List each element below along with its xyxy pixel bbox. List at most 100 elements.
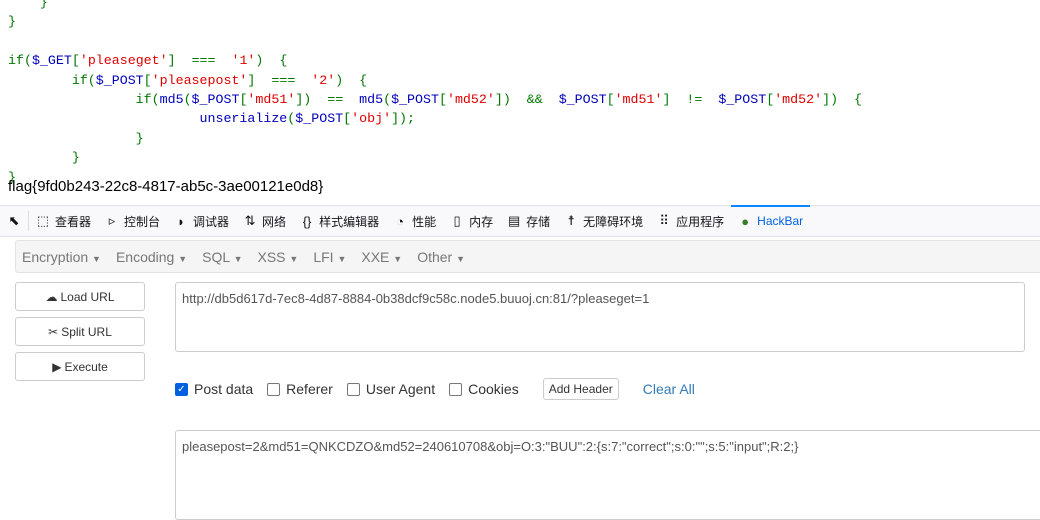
option-user-agent[interactable]: User Agent <box>346 381 436 397</box>
caret-down-icon: ▼ <box>92 253 101 264</box>
code-token: ] === <box>167 53 232 69</box>
load-url-button[interactable]: ☁ Load URL <box>15 282 145 311</box>
code-token: 'pleasepost' <box>151 72 248 88</box>
tab-label: 存储 <box>526 214 551 229</box>
hackbar-menu-sql[interactable]: SQL ▼ <box>196 249 251 265</box>
tab-label: 无障碍环境 <box>583 214 644 229</box>
storage-icon: ▤ <box>507 213 521 228</box>
code-token: ]) && <box>494 92 559 108</box>
devtools-tab-performance[interactable]: ◔ 性能 <box>386 206 443 236</box>
code-token: if( <box>8 92 160 108</box>
caret-down-icon: ▼ <box>456 253 466 264</box>
code-token: ] === <box>247 72 312 88</box>
code-token: } <box>8 130 144 146</box>
code-token: ( <box>183 92 192 108</box>
option-label: Post data <box>194 381 254 397</box>
code-token: 'md51' <box>614 92 663 108</box>
devtools-tab-inspector[interactable]: ⬚ 查看器 <box>29 206 98 236</box>
option-cookies[interactable]: Cookies <box>449 381 519 397</box>
devtools-tab-debugger[interactable]: ◗ 调试器 <box>167 206 236 236</box>
inspector-icon: ⬚ <box>36 213 50 228</box>
caret-down-icon: ▼ <box>289 253 299 264</box>
options-row: ✓ Post data Referer User Agent Cookies Add He… <box>175 378 695 400</box>
checkbox[interactable]: ✓ <box>175 382 188 396</box>
execute-button[interactable]: ▶ Execute <box>15 352 145 381</box>
option-label: User Agent <box>365 381 436 397</box>
checkbox[interactable] <box>449 382 463 396</box>
hackbar-menu-encryption[interactable]: Encryption ▼ <box>16 249 110 265</box>
code-token: } <box>8 14 16 30</box>
code-token: $_POST <box>558 92 607 108</box>
menu-label: XXE <box>361 248 390 265</box>
code-token: ]) == <box>295 92 360 108</box>
add-header-button[interactable]: Add Header <box>542 378 619 400</box>
url-textarea[interactable]: http://db5d617d-7ec8-4d87-8884-0b38dcf9c… <box>175 282 1025 352</box>
cloud-download-icon: ☁ <box>45 289 58 304</box>
code-token: } <box>8 150 80 166</box>
menu-label: Encryption <box>22 248 89 265</box>
caret-down-icon: ▼ <box>393 253 403 264</box>
hackbar-menu-lfi[interactable]: LFI ▼ <box>307 249 355 265</box>
code-token: '2' <box>311 72 336 88</box>
code-token: 'obj' <box>351 111 392 127</box>
split-url-button[interactable]: ✂ Split URL <box>15 317 145 346</box>
style-editor-icon: {} <box>302 213 312 229</box>
code-token: 'pleaseget' <box>79 53 168 69</box>
memory-icon: ▯ <box>453 213 461 228</box>
checkbox[interactable] <box>267 382 281 396</box>
code-line: } <box>8 148 862 167</box>
menu-label: Encoding <box>115 248 175 265</box>
hackbar-menu-xxe[interactable]: XXE ▼ <box>355 249 411 265</box>
code-token: [ <box>343 111 352 127</box>
devtools-tab-network[interactable]: ⇅ 网络 <box>236 206 293 236</box>
devtools-tab-storage[interactable]: ▤ 存储 <box>500 206 557 236</box>
performance-icon: ◔ <box>396 213 404 229</box>
code-token: $_POST <box>95 72 144 88</box>
checkbox[interactable] <box>346 382 360 396</box>
code-token: $_POST <box>391 92 439 108</box>
hackbar-menu-other[interactable]: Other ▼ <box>411 249 474 265</box>
code-token: ]) { <box>822 92 862 108</box>
option-referer[interactable]: Referer <box>267 381 333 397</box>
devtools-tab-console[interactable]: ▹ 控制台 <box>98 206 167 236</box>
code-token: if( <box>8 72 96 88</box>
menu-label: LFI <box>313 248 334 265</box>
code-token: [ <box>143 72 152 88</box>
pick-element-icon: ⬉ <box>8 213 20 228</box>
tab-label: HackBar <box>757 214 804 228</box>
element-picker-button[interactable]: ⬉ <box>0 206 28 236</box>
menu-label: Other <box>417 248 453 265</box>
devtools-tab-accessibility[interactable]: ☨ 无障碍环境 <box>557 206 650 236</box>
devtools-tab-memory[interactable]: ▯ 内存 <box>443 206 500 236</box>
hackbar-menu-xss[interactable]: XSS ▼ <box>251 249 307 265</box>
post-data-textarea[interactable]: pleasepost=2&md51=QNKCDZO&md52=240610708… <box>175 430 1040 520</box>
code-line: unserialize($_POST['obj']); <box>8 109 862 128</box>
caret-down-icon: ▼ <box>178 253 188 264</box>
code-line: if(md5($_POST['md51']) == md5($_POST['md… <box>8 90 862 109</box>
menu-label: XSS <box>257 248 286 265</box>
flag-output: flag{9fd0b243-22c8-4817-ab5c-3ae00121e0d… <box>8 178 324 195</box>
code-token: ]); <box>391 111 416 127</box>
code-line: ​ <box>8 32 862 51</box>
option-label: Referer <box>286 381 333 397</box>
code-token: 'md52' <box>774 92 823 108</box>
hackbar-menu-encoding[interactable]: Encoding ▼ <box>110 249 196 265</box>
devtools-tab-application[interactable]: ⠿ 应用程序 <box>650 206 731 236</box>
code-token: 'md52' <box>446 92 495 108</box>
clear-all-link[interactable]: Clear All <box>643 381 695 397</box>
code-token: 'md51' <box>247 92 296 108</box>
tab-label: 查看器 <box>55 214 92 229</box>
option-post-data[interactable]: ✓ Post data <box>175 381 253 397</box>
code-token: ) { <box>335 72 368 88</box>
code-token: unserialize <box>199 111 288 127</box>
console-icon: ▹ <box>108 213 116 228</box>
devtools-tab-style-editor[interactable]: {} 样式编辑器 <box>293 206 386 236</box>
accessibility-icon: ☨ <box>567 213 575 228</box>
code-token: ) { <box>255 53 288 69</box>
code-token: $_POST <box>295 111 344 127</box>
code-line: if($_POST['pleasepost'] === '2') { <box>8 71 862 90</box>
devtools-tab-hackbar[interactable]: ● HackBar <box>731 205 811 236</box>
tab-label: 应用程序 <box>676 214 725 229</box>
code-token: $_POST <box>191 92 240 108</box>
